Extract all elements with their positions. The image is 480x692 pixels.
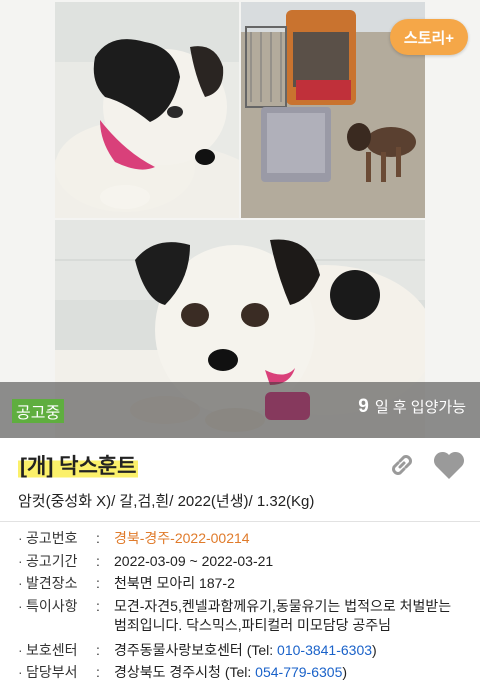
adoption-days: 9 — [358, 396, 369, 417]
detail-row-found-location: 발견장소 : 천북면 모아리 187-2 — [18, 572, 468, 595]
department-tel-suffix: ) — [342, 664, 348, 680]
detail-row-department: 담당부서 : 경상북도 경주시청 (Tel: 054-779-6305) — [18, 661, 468, 684]
found-location-value: 천북면 모아리 187-2 — [114, 575, 235, 591]
department-value: 경상북도 경주시청 (Tel: 054-779-6305) — [114, 661, 468, 684]
notes-value: 모견-자견5,켄넬과함께유기,동물유기는 법적으로 처벌받는 범죄입니다. 닥스… — [114, 595, 468, 637]
divider — [0, 521, 480, 522]
status-badge: 공고중 — [12, 399, 65, 423]
detail-row-notice-number: 공고번호 : 경북-경주-2022-00214 — [18, 527, 468, 550]
notice-number-value: 경북-경주-2022-00214 — [114, 530, 250, 546]
adoption-days-suffix: 일 후 입양가능 — [374, 399, 466, 416]
detail-row-shelter: 보호센터 : 경주동물사랑보호센터 (Tel: 010-3841-6303) — [18, 639, 468, 662]
separator: : — [96, 552, 100, 569]
department-label: 담당부서 — [18, 661, 96, 684]
separator: : — [96, 530, 100, 546]
status-bar: 공고중 9 일 후 입양가능 — [0, 382, 480, 438]
link-icon[interactable] — [386, 449, 418, 481]
notes-line-1: 모견-자견5,켄넬과함께유기,동물유기는 법적으로 처벌받는 — [114, 597, 452, 614]
found-location-label: 발견장소 — [18, 572, 96, 595]
detail-row-period: 공고기간 : 2022-03-09 ~ 2022-03-21 — [18, 550, 468, 573]
shelter-label: 보호센터 — [18, 639, 96, 662]
photo-gallery[interactable]: 스토리+ 공고중 9 일 후 입양가능 — [0, 0, 480, 438]
shelter-phone-link[interactable]: 010-3841-6303 — [277, 642, 372, 658]
notice-number-label: 공고번호 — [18, 527, 96, 550]
department-name: 경상북도 경주시청 — [114, 664, 221, 680]
heart-icon[interactable] — [432, 449, 466, 481]
notes-line-2: 범죄입니다. 닥스믹스,파티컬러 미모담당 공주님 — [114, 616, 392, 633]
adoption-countdown: 9 일 후 입양가능 — [358, 396, 466, 418]
separator: : — [96, 597, 100, 614]
separator: : — [96, 641, 100, 658]
animal-title: [개] 닥스훈트 — [18, 450, 139, 480]
notes-label: 특이사항 — [18, 595, 96, 637]
animal-summary: 암컷(중성화 X)/ 갈,검,흰/ 2022(년생)/ 1.32(Kg) — [18, 493, 315, 510]
shelter-tel-prefix: (Tel: — [246, 641, 274, 658]
story-button[interactable]: 스토리+ — [390, 19, 468, 55]
puppy-photo-1[interactable] — [55, 2, 239, 218]
department-phone-link[interactable]: 054-779-6305 — [255, 664, 342, 680]
shelter-value: 경주동물사랑보호센터 (Tel: 010-3841-6303) — [114, 639, 468, 662]
separator: : — [96, 664, 100, 680]
separator: : — [96, 575, 100, 591]
period-value: 2022-03-09 ~ 2022-03-21 — [114, 552, 274, 569]
period-label: 공고기간 — [18, 550, 96, 573]
animal-title-wrap: [개] 닥스훈트 — [18, 450, 139, 480]
detail-list: 공고번호 : 경북-경주-2022-00214 공고기간 : 2022-03-0… — [18, 527, 468, 684]
detail-row-notes: 특이사항 : 모견-자견5,켄넬과함께유기,동물유기는 법적으로 처벌받는 범죄… — [18, 595, 468, 637]
shelter-name: 경주동물사랑보호센터 — [114, 641, 243, 658]
department-tel-prefix: (Tel: — [224, 664, 252, 680]
shelter-tel-suffix: ) — [372, 641, 377, 658]
